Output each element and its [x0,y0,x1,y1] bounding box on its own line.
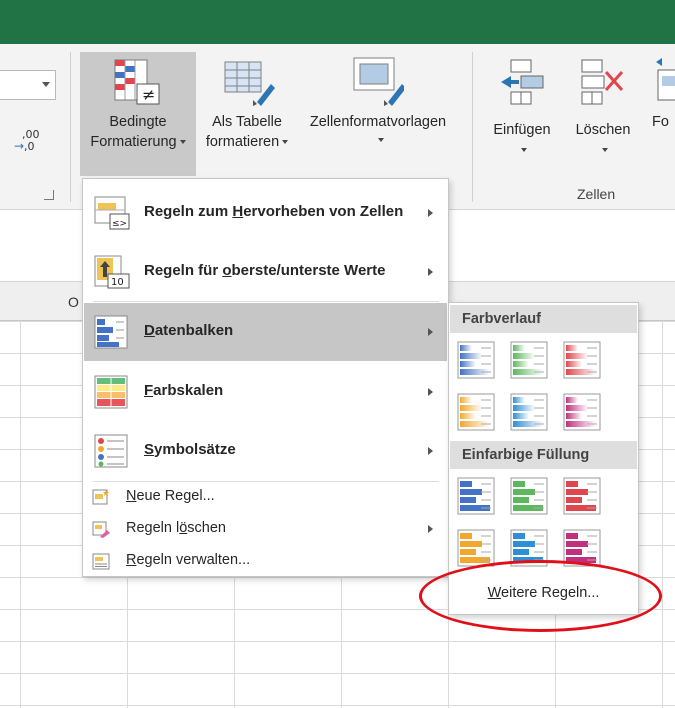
group-separator [472,52,473,202]
chevron-right-icon [428,268,433,276]
solid-orange-data-bar-icon[interactable] [457,529,495,567]
svg-text:≤>: ≤> [112,219,127,229]
chevron-down-icon [521,148,527,152]
dialog-launcher-icon[interactable] [44,190,54,200]
new-rule-icon [92,489,109,505]
gradient-red-data-bar-icon[interactable] [563,341,601,379]
menu-item-manage-rules[interactable]: Regeln verwalten... [84,545,447,577]
manage-rules-icon [92,553,110,570]
color-scales-icon [94,375,128,409]
icon-sets-icon [94,434,128,468]
svg-text:10: 10 [111,277,124,288]
gradient-purple-data-bar-icon[interactable] [563,393,601,431]
insert-cells-icon [501,59,544,105]
solid-blue-data-bar-icon[interactable] [457,477,495,515]
format-button[interactable]: Fo [646,52,675,176]
chevron-down-icon [282,140,289,145]
delete-cells-icon [581,59,624,105]
increase-decimal-button[interactable]: ,00 → ,0 [14,128,46,156]
chevron-down-icon [179,140,186,145]
conditional-formatting-icon: ≠ [114,59,160,105]
number-format-combo[interactable] [0,70,56,100]
solid-fill-header: Einfarbige Füllung [450,441,637,469]
highlight-cells-icon: ≤> [94,196,130,230]
delete-button[interactable]: Löschen [566,52,640,176]
arrow-right-icon: → [14,139,25,153]
gradient-lightblue-data-bar-icon[interactable] [510,393,548,431]
insert-button[interactable]: Einfügen [483,52,561,176]
chevron-right-icon [428,447,433,455]
group-separator [70,52,71,202]
cells-group-label: Zellen [577,186,616,202]
menu-item-icon-sets[interactable]: Symbolsätze [84,422,447,480]
menu-item-color-scales[interactable]: Farbskalen [84,363,447,421]
conditional-formatting-button[interactable]: ≠ Bedingte Formatierung [80,52,196,176]
format-as-table-icon [224,61,275,106]
menu-item-data-bars[interactable]: Datenbalken [84,303,447,361]
chevron-right-icon [428,328,433,336]
clear-rules-icon [92,521,110,538]
gradient-orange-data-bar-icon[interactable] [457,393,495,431]
chevron-down-icon [42,82,50,87]
highlight-ellipse-annotation [419,560,662,632]
chevron-right-icon [428,388,433,396]
chevron-right-icon [428,525,433,533]
gradient-green-data-bar-icon[interactable] [510,341,548,379]
solid-green-data-bar-icon[interactable] [510,477,548,515]
menu-item-top-bottom-rules[interactable]: 10 Regeln für oberste/unterste Werte [84,243,447,301]
menu-item-clear-rules[interactable]: Regeln löschen [84,513,447,545]
format-as-table-button[interactable]: Als Tabelle formatieren [199,52,295,176]
chevron-down-icon [602,148,608,152]
title-bar [0,0,675,44]
cell-styles-button[interactable]: Zellenformatvorlagen [298,52,458,176]
svg-text:≠: ≠ [142,85,155,104]
top-bottom-icon: 10 [94,255,130,289]
gradient-fill-header: Farbverlauf [450,305,637,333]
data-bars-icon [94,315,128,349]
cell-styles-icon [353,57,404,106]
format-cells-icon [656,58,675,101]
chevron-down-icon [378,138,384,142]
menu-item-new-rule[interactable]: Neue Regel... [84,481,447,513]
menu-item-highlight-cells-rules[interactable]: ≤> Regeln zum Hervorheben von Zellen [84,184,447,242]
column-letter: O [68,294,79,310]
conditional-formatting-menu: ≤> Regeln zum Hervorheben von Zellen 10 … [82,178,449,577]
solid-red-data-bar-icon[interactable] [563,477,601,515]
chevron-right-icon [428,209,433,217]
gradient-blue-data-bar-icon[interactable] [457,341,495,379]
